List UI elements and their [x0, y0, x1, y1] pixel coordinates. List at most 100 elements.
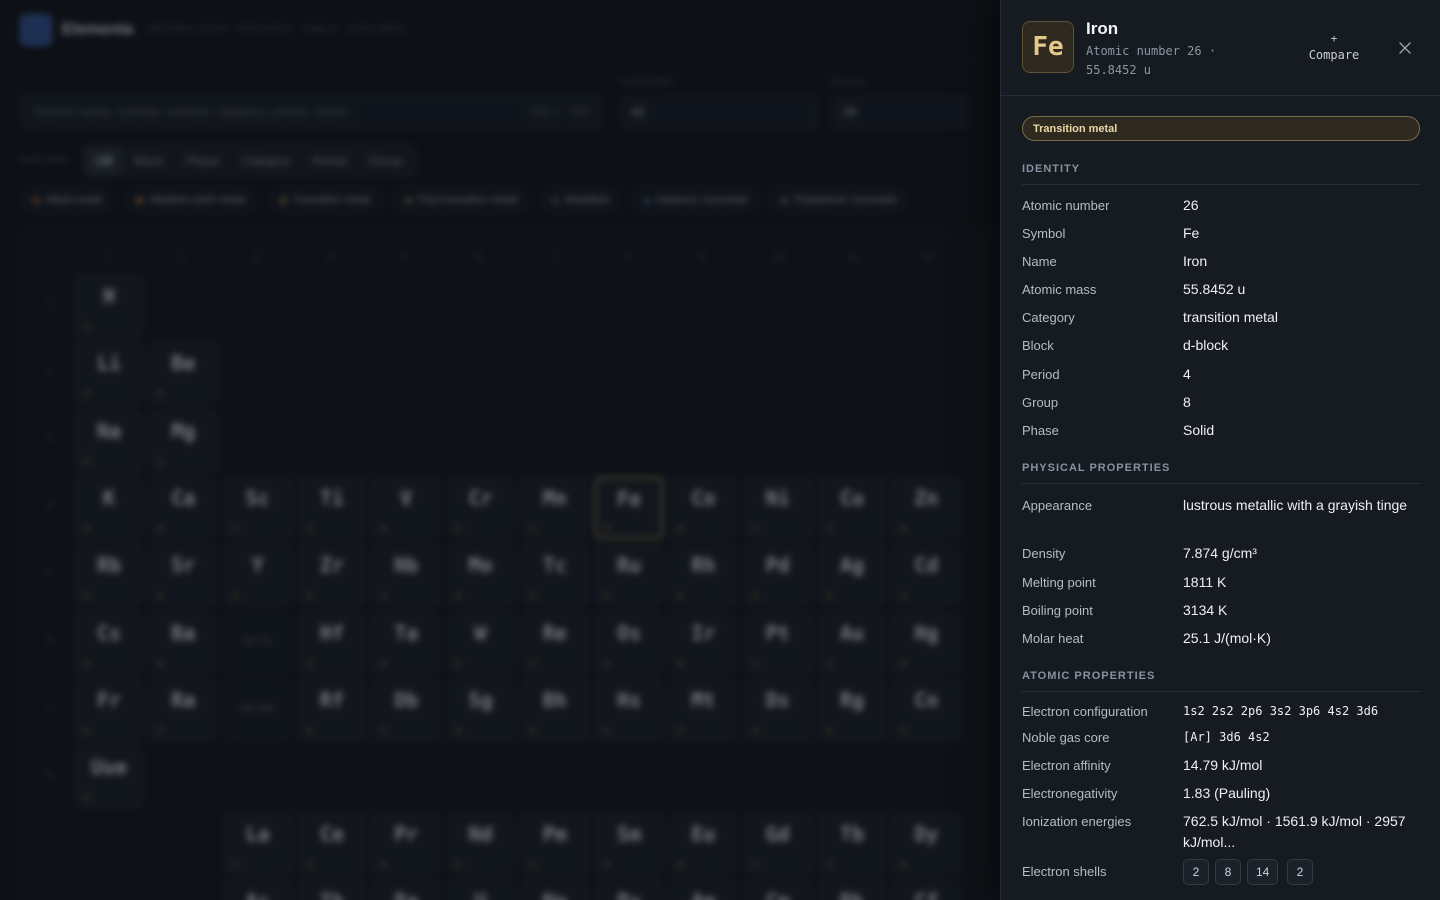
- element-cell[interactable]: Cm: [743, 880, 812, 900]
- element-cell[interactable]: Cd: [892, 544, 961, 607]
- element-cell[interactable]: Pd: [743, 544, 812, 607]
- element-cell[interactable]: Rb: [75, 544, 143, 607]
- explore-option-block[interactable]: Block: [124, 148, 173, 174]
- element-cell[interactable]: Pr: [372, 813, 441, 875]
- element-cell[interactable]: U: [446, 880, 515, 900]
- search-input[interactable]: Search name, symbol, number, category, p…: [20, 93, 602, 129]
- element-cell[interactable]: Sg: [446, 678, 515, 741]
- element-cell[interactable]: Cf: [892, 880, 961, 900]
- element-cell[interactable]: Ca: [149, 476, 218, 539]
- category-dot: [752, 862, 758, 867]
- element-cell[interactable]: K: [75, 476, 143, 539]
- element-cell[interactable]: Tc: [520, 544, 589, 607]
- element-cell[interactable]: Os: [595, 611, 664, 674]
- legend-chip[interactable]: Transition metal: [266, 186, 384, 214]
- close-button[interactable]: [1393, 36, 1417, 60]
- element-cell[interactable]: Ru: [595, 544, 664, 607]
- element-cell[interactable]: Ti: [297, 476, 366, 539]
- element-cell[interactable]: Rg: [818, 678, 886, 741]
- element-cell[interactable]: Uue: [75, 746, 143, 809]
- element-cell[interactable]: Pa: [372, 880, 441, 900]
- category-select[interactable]: All: [620, 95, 818, 129]
- element-cell[interactable]: Am: [669, 880, 738, 900]
- explore-option-group[interactable]: Group: [359, 148, 412, 174]
- element-cell[interactable]: Nd: [446, 813, 515, 875]
- element-cell[interactable]: Ra: [149, 678, 218, 741]
- element-cell[interactable]: Hs: [595, 678, 664, 741]
- element-cell[interactable]: Hf: [297, 611, 366, 674]
- element-cell[interactable]: Co: [669, 476, 738, 539]
- element-cell[interactable]: Dy: [892, 813, 961, 875]
- element-cell[interactable]: Cn: [892, 678, 961, 741]
- element-cell[interactable]: Ac: [223, 880, 292, 900]
- element-symbol: Cs: [96, 620, 122, 645]
- legend-chip[interactable]: Post-transition metal: [391, 186, 531, 214]
- element-cell[interactable]: Cr: [446, 476, 515, 539]
- element-cell[interactable]: Cu: [818, 476, 886, 539]
- element-cell[interactable]: Fe: [595, 476, 664, 539]
- element-cell[interactable]: V: [372, 476, 441, 539]
- element-cell[interactable]: Ir: [669, 611, 738, 674]
- element-cell[interactable]: Mt: [669, 678, 738, 741]
- element-cell[interactable]: Th: [297, 880, 366, 900]
- element-cell[interactable]: Au: [818, 611, 886, 674]
- element-cell[interactable]: Bh: [520, 678, 589, 741]
- element-cell[interactable]: Ds: [743, 678, 812, 741]
- legend-chip[interactable]: Polyatomic nonmetal: [768, 186, 910, 214]
- element-cell[interactable]: Be: [149, 342, 218, 405]
- element-cell[interactable]: Na: [75, 409, 143, 472]
- group-number: 8: [625, 253, 631, 263]
- element-cell[interactable]: Rh: [669, 544, 738, 607]
- element-cell[interactable]: Ni: [743, 476, 812, 539]
- element-cell[interactable]: Tb: [818, 813, 886, 875]
- element-cell[interactable]: Ba: [149, 611, 218, 674]
- atomic-section-title: ATOMIC PROPERTIES: [1022, 670, 1156, 682]
- compare-button[interactable]: + Compare: [1301, 30, 1367, 64]
- explore-option-category[interactable]: Category: [232, 148, 301, 174]
- ionization-energies-label: Ionization energies: [1022, 814, 1132, 829]
- element-cell[interactable]: Pm: [520, 813, 589, 875]
- legend-chip[interactable]: Diatomic nonmetal: [630, 186, 761, 214]
- element-cell[interactable]: Db: [372, 678, 441, 741]
- legend-chip[interactable]: Metalloid: [538, 186, 622, 214]
- element-cell[interactable]: H: [75, 275, 143, 337]
- legend-dot: [279, 196, 287, 204]
- element-cell[interactable]: Re: [520, 611, 589, 674]
- element-cell[interactable]: Ta: [372, 611, 441, 674]
- element-cell[interactable]: Gd: [743, 813, 812, 875]
- element-cell[interactable]: Pu: [595, 880, 664, 900]
- element-cell[interactable]: Fr: [75, 678, 143, 741]
- explore-option-off[interactable]: Off: [86, 148, 123, 174]
- element-cell[interactable]: Bk: [818, 880, 886, 900]
- element-cell[interactable]: Np: [520, 880, 589, 900]
- element-cell[interactable]: Mg: [149, 409, 218, 472]
- element-cell[interactable]: Zn: [892, 476, 961, 539]
- block-select[interactable]: All: [832, 95, 967, 129]
- element-cell[interactable]: Cs: [75, 611, 143, 674]
- category-dot: [84, 525, 89, 531]
- legend-chip[interactable]: Alkaline earth metal: [123, 186, 259, 214]
- element-cell[interactable]: Sr: [149, 544, 218, 607]
- element-cell[interactable]: Ag: [818, 544, 886, 607]
- element-cell[interactable]: Ce: [297, 813, 366, 875]
- explore-option-period[interactable]: Period: [302, 148, 357, 174]
- element-cell[interactable]: Hg: [892, 611, 961, 674]
- period-number: 5: [47, 568, 53, 579]
- element-cell[interactable]: Nb: [372, 544, 441, 607]
- category-dot: [158, 660, 164, 666]
- element-cell[interactable]: Mo: [446, 544, 515, 607]
- element-cell[interactable]: Li: [75, 342, 143, 405]
- element-cell[interactable]: Mn: [520, 476, 589, 539]
- element-cell[interactable]: Rf: [297, 678, 366, 741]
- element-cell[interactable]: Eu: [669, 813, 738, 875]
- element-cell[interactable]: Sc: [223, 476, 292, 539]
- element-cell[interactable]: W: [446, 611, 515, 674]
- element-cell[interactable]: Pt: [743, 611, 812, 674]
- element-cell[interactable]: Y: [223, 544, 292, 607]
- element-cell[interactable]: Sm: [595, 813, 664, 875]
- element-cell[interactable]: Zr: [297, 544, 366, 607]
- explore-option-phase[interactable]: Phase: [176, 148, 230, 174]
- legend-chip[interactable]: Alkali metal: [20, 186, 116, 214]
- element-cell[interactable]: La: [223, 813, 292, 875]
- element-symbol: Hg: [914, 620, 939, 645]
